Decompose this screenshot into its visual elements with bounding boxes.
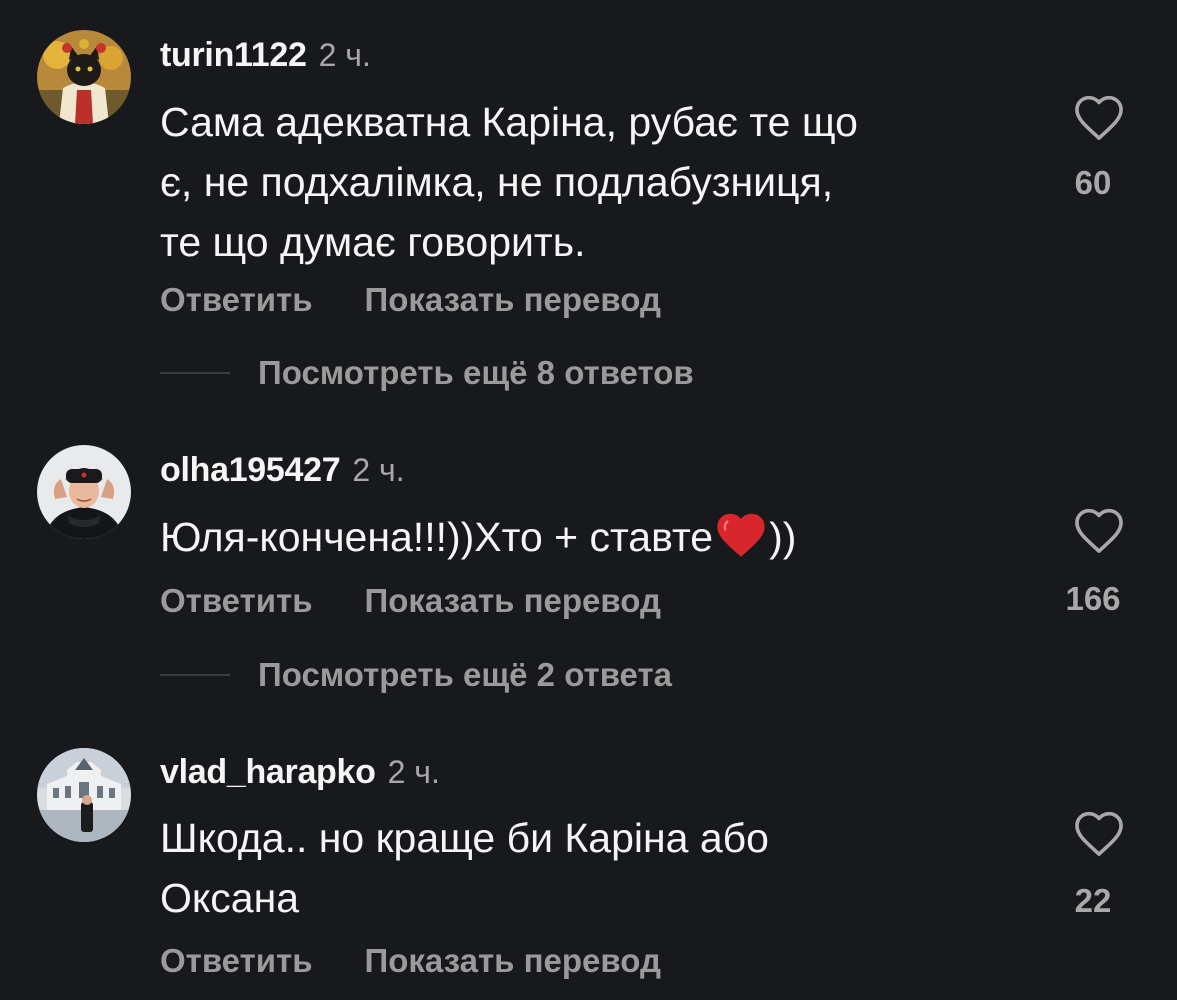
- reply-button[interactable]: Ответить: [160, 281, 313, 319]
- view-replies-label: Посмотреть ещё 8 ответов: [258, 354, 694, 391]
- timestamp: 2 ч.: [352, 452, 405, 488]
- username[interactable]: olha195427: [160, 451, 341, 490]
- heart-outline-icon: [1075, 508, 1123, 553]
- view-replies-label: Посмотреть ещё 2 ответа: [258, 656, 672, 693]
- comment-actions: Ответить Показать перевод: [160, 942, 713, 980]
- show-translation-button[interactable]: Показать перевод: [365, 281, 661, 319]
- avatar[interactable]: [37, 748, 131, 842]
- username[interactable]: turin1122: [160, 36, 307, 75]
- heart-outline-icon: [1075, 95, 1123, 140]
- comment-actions: Ответить Показать перевод: [160, 281, 713, 319]
- show-translation-button[interactable]: Показать перевод: [365, 582, 661, 620]
- replies-divider: [160, 372, 230, 374]
- comment-text: Шкода.. но краще би Каріна або Оксана: [160, 815, 769, 921]
- comment-text: Юля-кончена!!!))Хто + ставте)): [160, 507, 1040, 567]
- like-button[interactable]: [1049, 808, 1149, 858]
- like-button[interactable]: [1049, 505, 1149, 555]
- comment-header: olha195427 2 ч.: [160, 451, 405, 491]
- reply-button[interactable]: Ответить: [160, 942, 313, 980]
- comment-header: turin1122 2 ч.: [160, 36, 371, 76]
- comment-text-part: Юля-кончена!!!))Хто + ставте: [160, 514, 714, 560]
- like-count: 60: [1074, 164, 1112, 201]
- comment-actions: Ответить Показать перевод: [160, 582, 713, 620]
- replies-divider: [160, 674, 230, 676]
- timestamp: 2 ч.: [318, 37, 371, 73]
- reply-button[interactable]: Ответить: [160, 582, 313, 620]
- comment-text: Сама адекватна Каріна, рубає те що є, не…: [160, 99, 858, 265]
- username[interactable]: vlad_harapko: [160, 753, 376, 792]
- red-heart-emoji: [717, 513, 765, 557]
- avatar[interactable]: [37, 445, 131, 539]
- comment-text-part: )): [769, 514, 797, 560]
- like-count: 22: [1074, 882, 1112, 919]
- avatar[interactable]: [37, 30, 131, 124]
- show-translation-button[interactable]: Показать перевод: [365, 942, 661, 980]
- like-button[interactable]: [1049, 92, 1149, 142]
- timestamp: 2 ч.: [387, 754, 440, 790]
- comment-header: vlad_harapko 2 ч.: [160, 753, 440, 793]
- view-replies-button[interactable]: Посмотреть ещё 2 ответа: [160, 656, 672, 694]
- like-count: 166: [1065, 580, 1121, 617]
- heart-outline-icon: [1075, 811, 1123, 856]
- view-replies-button[interactable]: Посмотреть ещё 8 ответов: [160, 354, 694, 392]
